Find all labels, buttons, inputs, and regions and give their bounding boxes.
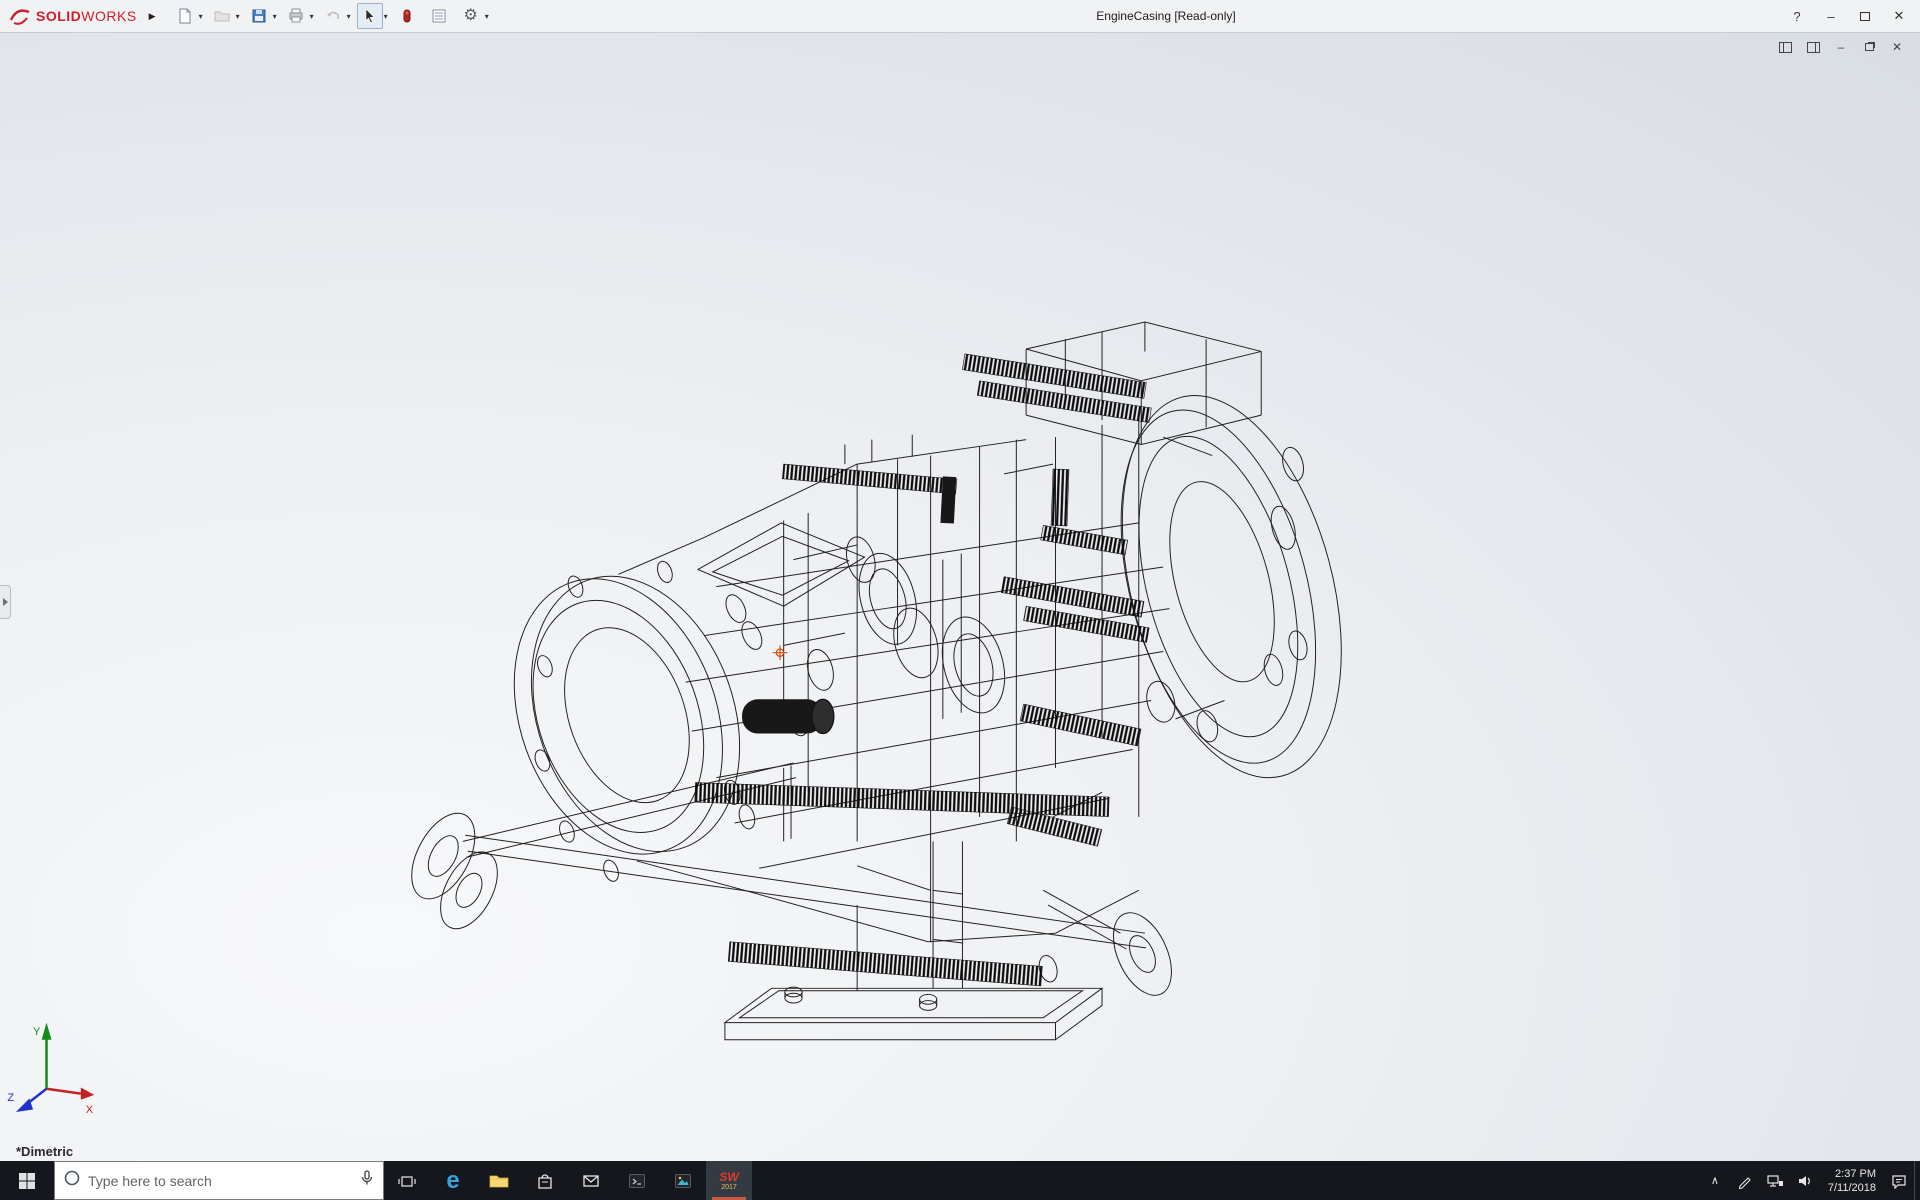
new-document-icon [176, 7, 194, 25]
document-title: EngineCasing [Read-only] [1096, 9, 1235, 23]
doc-close-button[interactable]: ✕ [1888, 39, 1906, 55]
edge-browser-icon[interactable]: e [430, 1161, 476, 1200]
undo-icon [324, 7, 342, 25]
taskbar-empty-space [752, 1161, 1700, 1200]
expand-panel-arrow-icon [3, 598, 8, 606]
feature-tree-collapsed-tab[interactable] [0, 585, 11, 619]
store-icon[interactable] [522, 1161, 568, 1200]
view-orientation-label: *Dimetric [16, 1144, 73, 1159]
print-caret[interactable]: ▾ [310, 12, 314, 21]
orientation-triad: Y X Z [7, 1023, 94, 1117]
maximize-icon [1860, 12, 1870, 21]
graphics-viewport[interactable]: – ✕ [0, 33, 1920, 1161]
shopping-bag-icon [535, 1171, 555, 1191]
file-explorer-icon[interactable] [476, 1161, 522, 1200]
window-controls: ? – ✕ [1780, 3, 1916, 29]
pane-left-icon [1779, 42, 1792, 53]
hidden-icons-chevron[interactable]: ∧ [1700, 1161, 1730, 1200]
file-properties-icon [430, 7, 448, 25]
toolbar-flyout-arrow[interactable]: ▶ [143, 11, 162, 22]
print-button[interactable] [283, 3, 309, 29]
console-app-icon[interactable] [614, 1161, 660, 1200]
photos-app-icon[interactable] [660, 1161, 706, 1200]
save-button[interactable] [246, 3, 272, 29]
action-center-icon[interactable] [1884, 1161, 1914, 1200]
gear-icon: ⚙ [464, 8, 478, 24]
taskbar-clock[interactable]: 2:37 PM 7/11/2018 [1820, 1161, 1884, 1200]
main-toolbar: ▾ ▾ ▾ [172, 3, 495, 29]
brand-text: SOLIDWORKS [36, 8, 137, 24]
windows-taskbar: e [0, 1161, 1920, 1200]
brand-solid: SOLID [36, 8, 81, 24]
folder-icon [488, 1171, 510, 1191]
task-view-icon [397, 1171, 417, 1191]
select-tool-button[interactable] [357, 3, 383, 29]
windows-logo-icon [18, 1172, 36, 1190]
undo-button[interactable] [320, 3, 346, 29]
x-axis-arrow [81, 1088, 94, 1100]
open-button[interactable] [209, 3, 235, 29]
show-desktop-button[interactable] [1914, 1161, 1920, 1200]
document-window-controls: – ✕ [1776, 39, 1906, 55]
pane-left-button[interactable] [1776, 39, 1794, 55]
maximize-button[interactable] [1848, 3, 1882, 29]
options-button[interactable]: ⚙ [458, 3, 484, 29]
titlebar: SOLIDWORKS ▶ ▾ ▾ [0, 0, 1920, 33]
windows-ink-icon[interactable] [1730, 1161, 1760, 1200]
rebuild-button[interactable] [394, 3, 420, 29]
origin-marker [773, 645, 788, 660]
undo-caret[interactable]: ▾ [347, 12, 351, 21]
open-caret[interactable]: ▾ [236, 12, 240, 21]
select-tool-caret[interactable]: ▾ [384, 12, 388, 21]
solidworks-window: SOLIDWORKS ▶ ▾ ▾ [0, 0, 1920, 1200]
open-folder-icon [213, 7, 231, 25]
y-axis-label: Y [33, 1026, 41, 1038]
photos-icon [673, 1171, 693, 1191]
x-axis-label: X [86, 1104, 94, 1116]
search-input[interactable] [88, 1173, 352, 1189]
help-button[interactable]: ? [1780, 3, 1814, 29]
doc-restore-button[interactable] [1860, 39, 1878, 55]
taskbar-search[interactable] [54, 1161, 384, 1200]
network-icon[interactable] [1760, 1161, 1790, 1200]
solidworks-logo: SOLIDWORKS [4, 6, 143, 26]
envelope-icon [581, 1171, 601, 1191]
print-icon [287, 7, 305, 25]
select-cursor-icon [361, 7, 379, 25]
doc-minimize-button[interactable]: – [1832, 39, 1850, 55]
save-floppy-icon [250, 7, 268, 25]
dark-cylinder-part [742, 699, 823, 733]
file-properties-button[interactable] [426, 3, 452, 29]
rebuild-icon [398, 7, 416, 25]
task-view-button[interactable] [384, 1161, 430, 1200]
z-axis-label: Z [7, 1092, 14, 1104]
mail-icon[interactable] [568, 1161, 614, 1200]
ds-swirl-icon [8, 6, 32, 26]
microphone-icon[interactable] [359, 1169, 375, 1192]
volume-icon[interactable] [1790, 1161, 1820, 1200]
solidworks-taskbar-icon[interactable]: SW 2017 [706, 1161, 752, 1200]
clock-date: 7/11/2018 [1828, 1181, 1876, 1195]
brand-works: WORKS [81, 8, 136, 24]
options-caret[interactable]: ▾ [485, 12, 489, 21]
console-icon [627, 1171, 647, 1191]
save-caret[interactable]: ▾ [273, 12, 277, 21]
close-button[interactable]: ✕ [1882, 3, 1916, 29]
pane-right-icon [1807, 42, 1820, 53]
minimize-button[interactable]: – [1814, 3, 1848, 29]
engine-casing-wireframe: Y X Z [0, 33, 1920, 1161]
y-axis-arrow [42, 1023, 52, 1040]
pane-right-button[interactable] [1804, 39, 1822, 55]
new-document-caret[interactable]: ▾ [199, 12, 203, 21]
clock-time: 2:37 PM [1835, 1167, 1876, 1181]
new-document-button[interactable] [172, 3, 198, 29]
doc-restore-icon [1865, 43, 1874, 51]
solidworks-app-badge: SW 2017 [719, 1171, 738, 1191]
cortana-icon [63, 1169, 81, 1192]
start-button[interactable] [0, 1161, 54, 1200]
